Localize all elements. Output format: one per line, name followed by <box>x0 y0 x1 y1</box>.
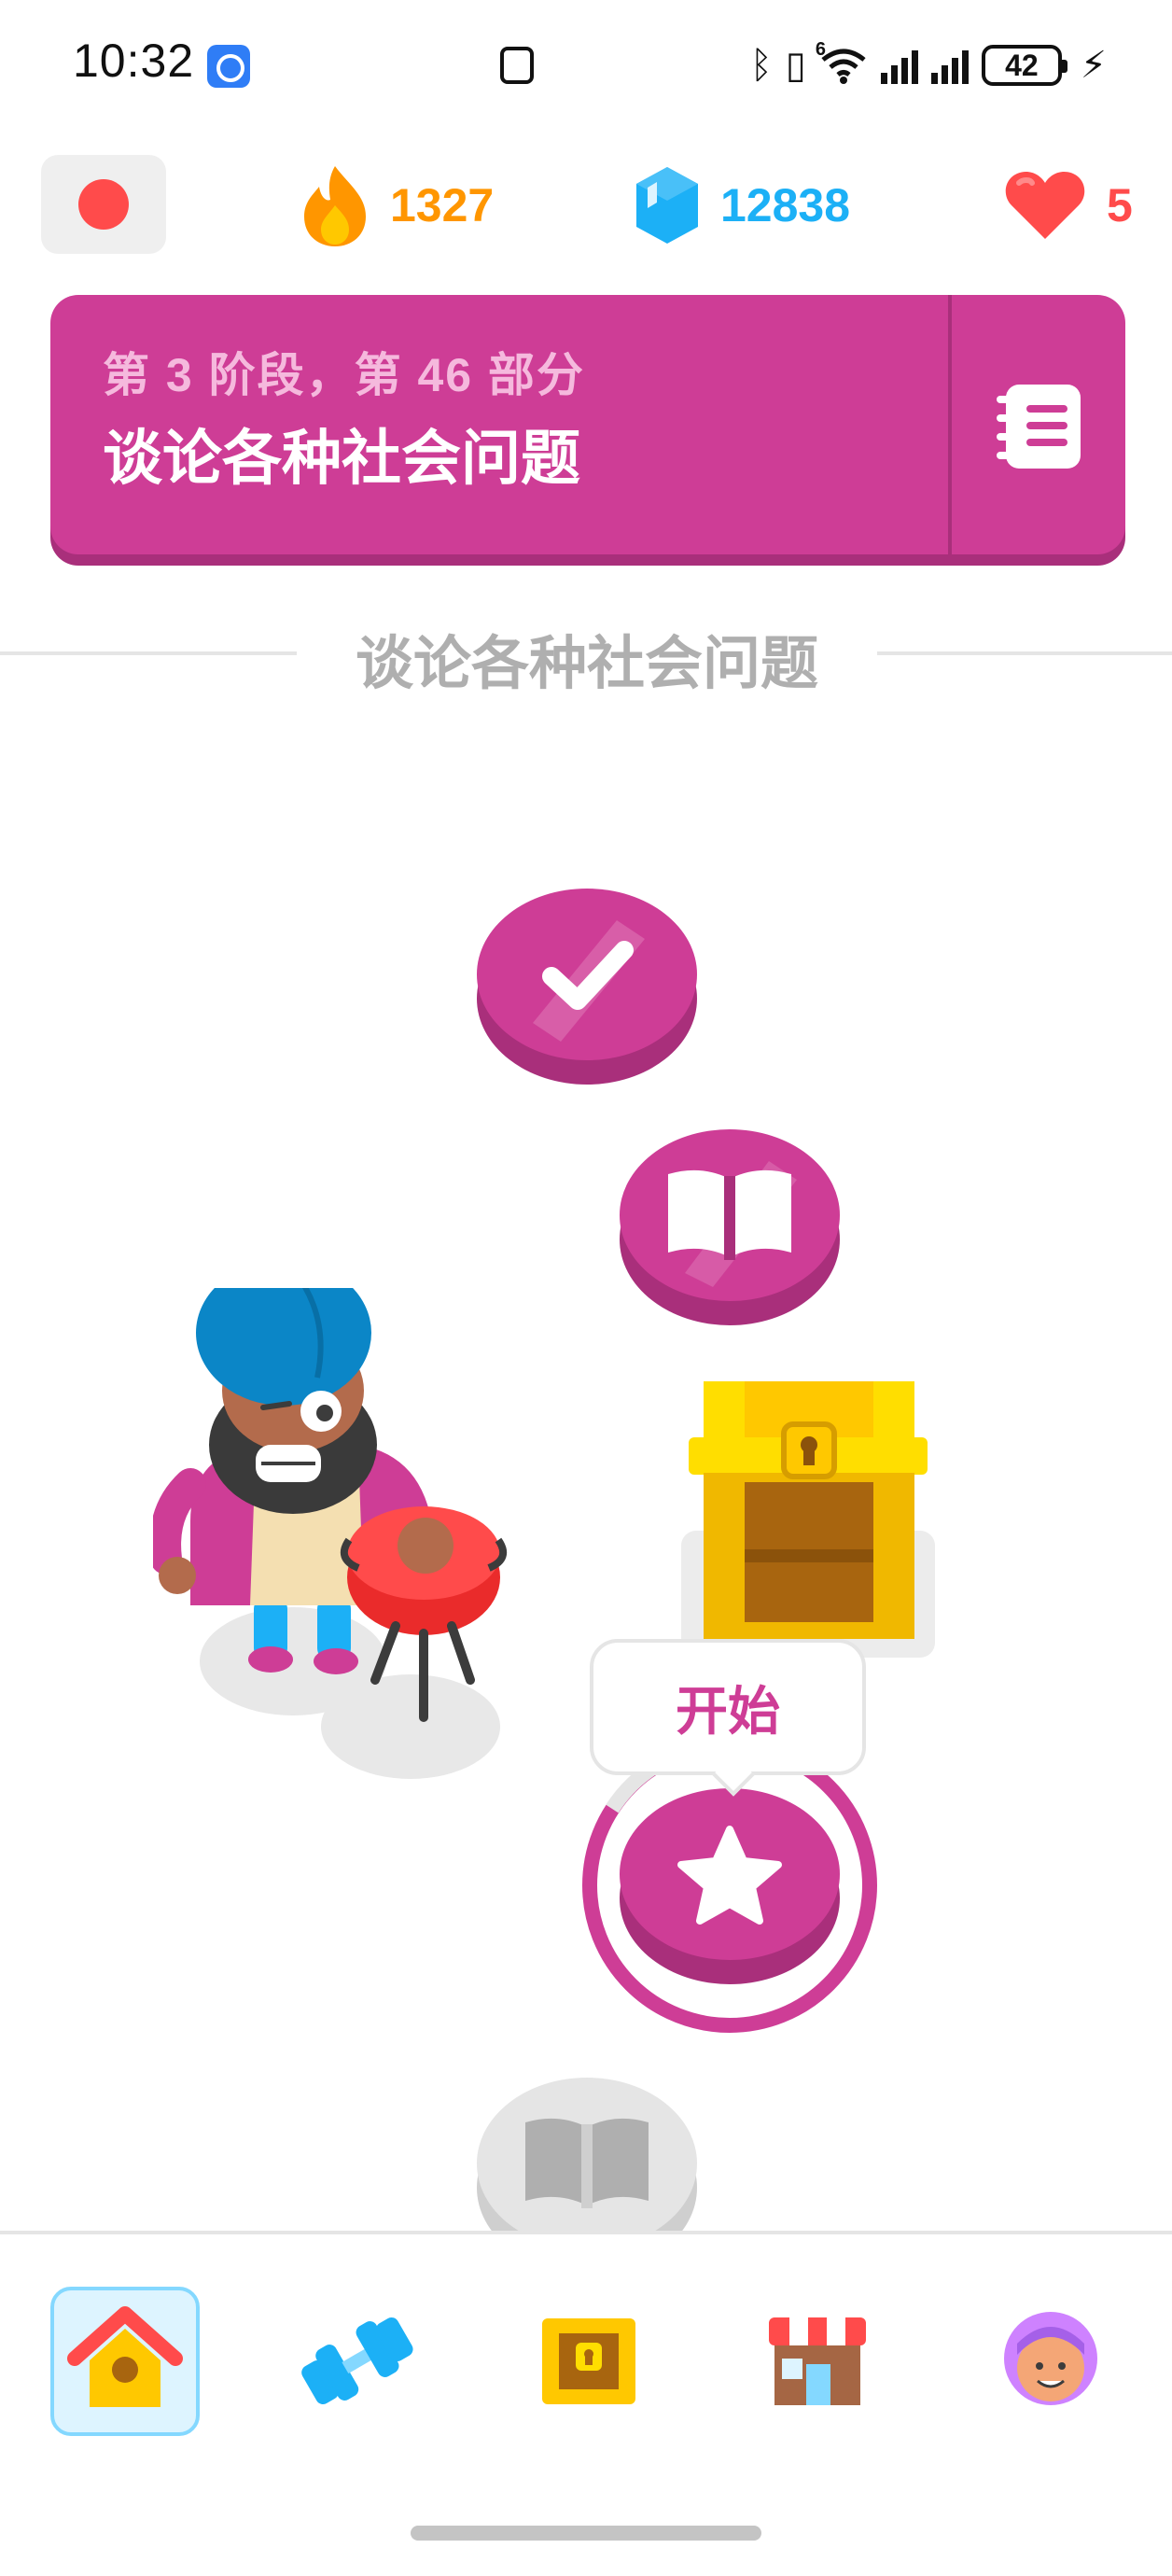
section-title: 谈论各种社会问题 <box>355 632 818 696</box>
dumbbell-icon <box>301 2317 413 2404</box>
japanese-flag-icon <box>78 179 129 230</box>
shop-icon <box>769 2317 866 2405</box>
gem-icon <box>636 167 698 244</box>
current-lesson-node[interactable] <box>620 1783 840 1988</box>
nav-learn[interactable] <box>50 2287 200 2436</box>
wifi-icon: 6 <box>816 39 868 84</box>
streak-counter[interactable]: 1327 <box>300 159 494 252</box>
section-divider-left <box>0 651 297 655</box>
unit-title: 谈论各种社会问题 <box>103 425 580 492</box>
nav-profile[interactable] <box>976 2287 1125 2436</box>
hearts-counter[interactable]: 5 <box>1004 159 1133 252</box>
status-icons: ᛒ ▯ 6 42 ⚡ <box>750 39 1107 91</box>
screen-recorder-icon <box>207 45 250 88</box>
start-tooltip[interactable]: 开始 <box>590 1639 866 1775</box>
status-time: 10:32 <box>73 35 195 87</box>
vibrate-icon: ▯ <box>785 44 806 87</box>
treasure-chest-icon <box>681 1381 935 1658</box>
streak-count: 1327 <box>390 179 495 231</box>
nav-rewards[interactable] <box>514 2287 663 2436</box>
treasure-chest-node[interactable] <box>681 1372 935 1658</box>
battery-level: 42 <box>1005 48 1039 82</box>
avatar-icon <box>1004 2312 1097 2405</box>
book-icon <box>525 2118 649 2208</box>
home-icon <box>67 2306 183 2407</box>
nfc-icon <box>500 47 534 84</box>
charging-icon: ⚡ <box>1080 44 1107 87</box>
start-label: 开始 <box>676 1681 780 1741</box>
nav-shop[interactable] <box>743 2287 892 2436</box>
book-icon <box>668 1169 791 1260</box>
story-node[interactable] <box>620 1124 840 1329</box>
nav-practice[interactable] <box>282 2287 431 2436</box>
guidebook-button[interactable] <box>952 295 1125 554</box>
bluetooth-icon: ᛒ <box>749 44 773 87</box>
completed-lesson-node[interactable] <box>477 883 697 1088</box>
unit-subtitle: 第 3 阶段，第 46 部分 <box>103 349 585 401</box>
course-flag-button[interactable] <box>41 155 166 254</box>
fire-icon <box>304 166 366 246</box>
gem-count: 12838 <box>720 179 851 231</box>
heart-icon <box>1005 172 1085 239</box>
network-label: 6 <box>815 39 827 60</box>
gems-counter[interactable]: 12838 <box>635 159 850 252</box>
signal-icon <box>880 47 918 84</box>
guidebook-icon <box>997 385 1081 469</box>
character-illustration <box>153 1288 526 1792</box>
signal-icon <box>930 47 969 84</box>
home-indicator[interactable] <box>411 2526 761 2541</box>
battery-icon: 42 <box>981 45 1067 86</box>
unit-header: 第 3 阶段，第 46 部分 谈论各种社会问题 <box>50 295 1125 554</box>
treasure-chest-icon <box>542 2318 635 2404</box>
hearts-count: 5 <box>1107 179 1133 231</box>
section-divider-right <box>877 651 1172 655</box>
